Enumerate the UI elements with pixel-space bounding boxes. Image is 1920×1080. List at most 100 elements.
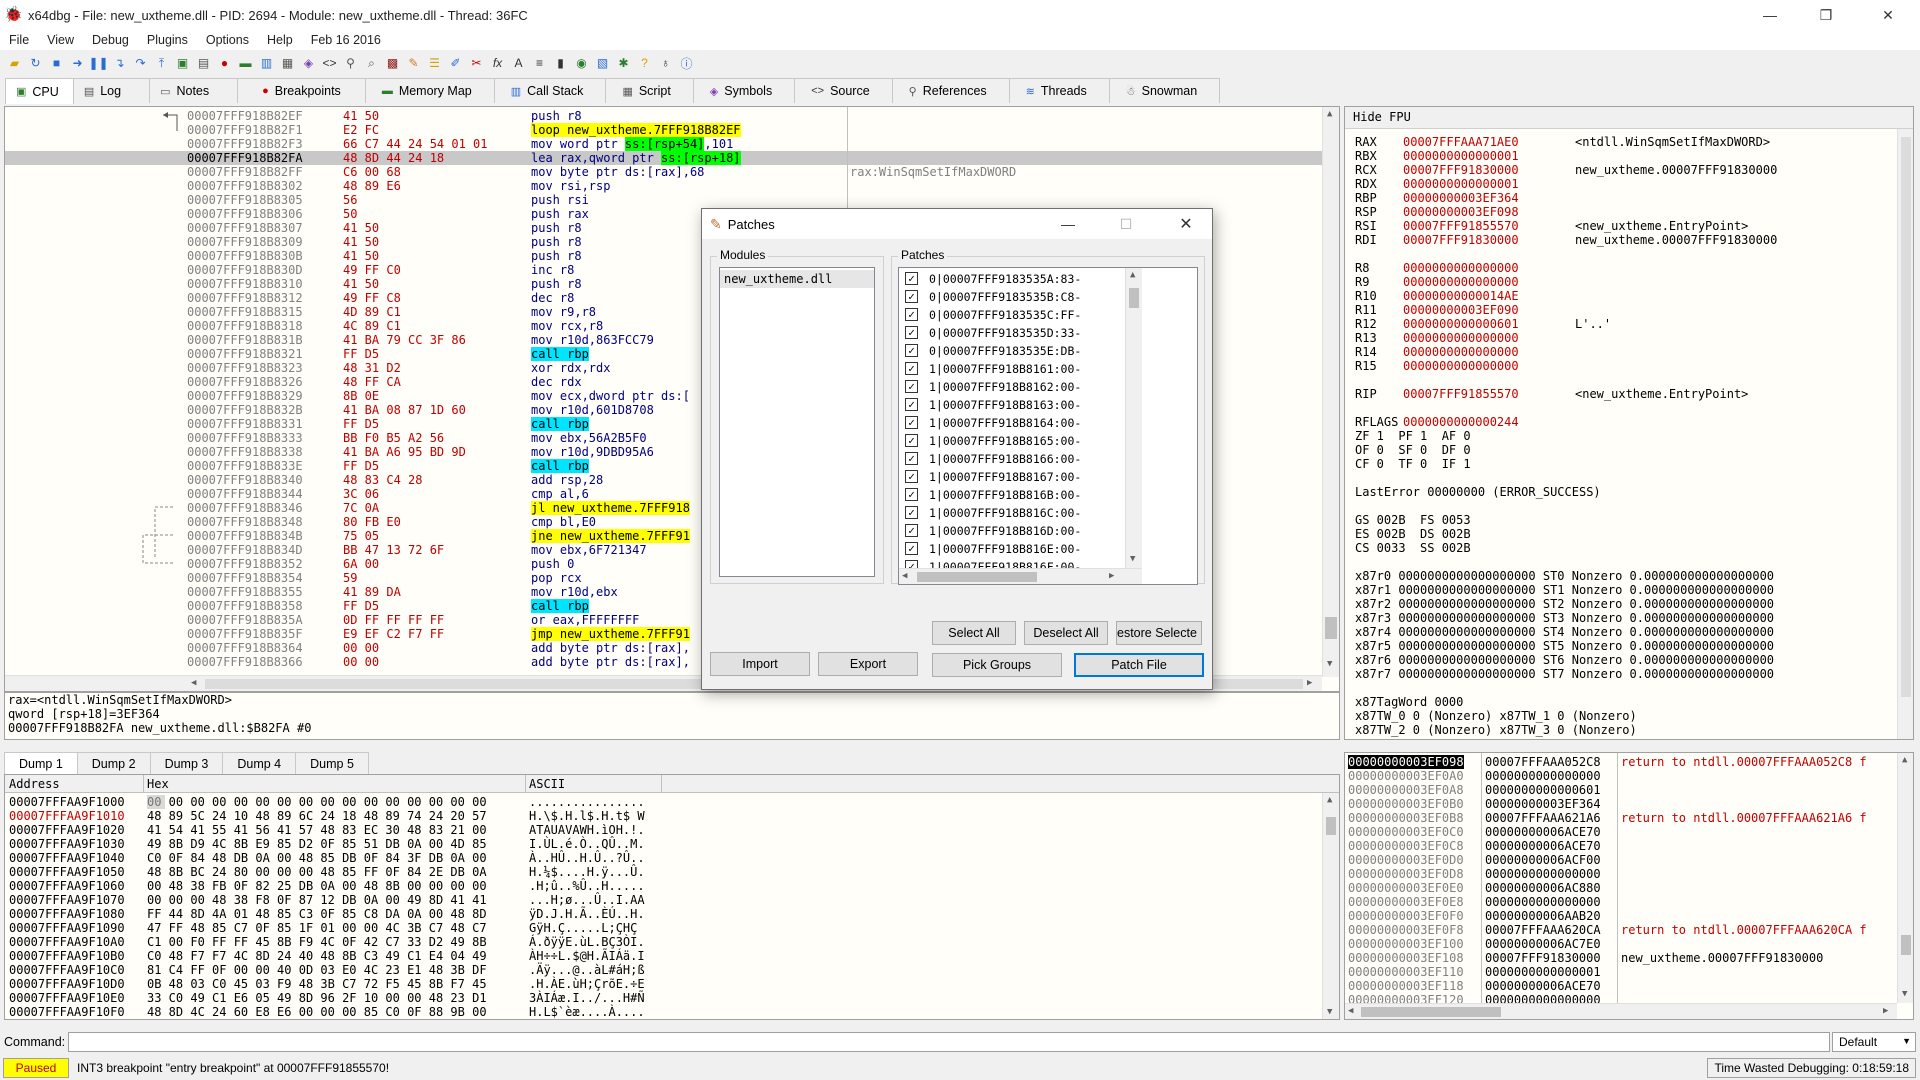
patch-checkbox[interactable]: ✓ [905,488,918,501]
stack-row[interactable]: 00000000003EF0C0 00000000006ACE70 [1345,825,1913,839]
minimize-button[interactable]: — [1742,0,1798,30]
menu-help[interactable]: Help [258,33,302,47]
symbols-view-icon[interactable]: ◈ [300,55,317,72]
close-button[interactable]: ✕ [1860,0,1916,30]
restore-selected-button[interactable]: estore Selecte [1116,621,1202,645]
patch-item[interactable]: ✓ 0|00007FFF9183535D:33- [899,324,1125,342]
dump-row[interactable]: 00007FFFAA9F1080 FF 44 8D 4A 01 48 85 C3 … [5,907,1321,921]
tab-cpu[interactable]: ▣ CPU [5,78,74,104]
tab-snowman[interactable]: ☃ Snowman [1108,78,1221,103]
list-item[interactable]: new_uxtheme.dll [720,270,874,288]
bookmarks-icon[interactable]: ✂ [468,55,485,72]
patch-item[interactable]: ✓ 0|00007FFF9183535E:DB- [899,342,1125,360]
tab-threads[interactable]: ≋ Threads [1008,78,1110,103]
labels-icon[interactable]: ✐ [447,55,464,72]
stack-row[interactable]: 00000000003EF0B0 00000000003EF364 [1345,797,1913,811]
stack-row[interactable]: 00000000003EF0C8 00000000006ACE70 [1345,839,1913,853]
threads-view-icon[interactable]: ⌕ [363,55,380,72]
callstack-view-icon[interactable]: ▥ [258,55,275,72]
menu-options[interactable]: Options [197,33,258,47]
patch-item[interactable]: ✓ 0|00007FFF9183535C:FF- [899,306,1125,324]
dump-row[interactable]: 00007FFFAA9F1000 00 00 00 00 00 00 00 00 … [5,795,1321,809]
modules-list[interactable]: new_uxtheme.dll [719,267,875,577]
stack-row[interactable]: 00000000003EF0D8 0000000000000000 [1345,867,1913,881]
tab-references[interactable]: ⚲ References [891,78,1010,103]
patches-vscroll[interactable]: ▲ ▼ [1125,268,1142,568]
step-into-icon[interactable]: ↴ [111,55,128,72]
disassembly-vscroll[interactable]: ▲ ▼ [1322,107,1339,677]
dump-row[interactable]: 00007FFFAA9F10C0 81 C4 FF 0F 00 00 40 0D … [5,963,1321,977]
stack-row[interactable]: 00000000003EF0E8 0000000000000000 [1345,895,1913,909]
patches-icon[interactable]: ▩ [384,55,401,72]
patch-item[interactable]: ✓ 1|00007FFF918B8165:00- [899,432,1125,450]
tab-dump-1[interactable]: Dump 1 [4,752,78,774]
dump-row[interactable]: 00007FFFAA9F1060 00 48 38 FB 0F 82 25 DB … [5,879,1321,893]
help-icon[interactable]: ? [636,55,653,72]
dump-row[interactable]: 00007FFFAA9F10B0 C0 48 F7 F7 4C 8D 24 40 … [5,949,1321,963]
tab-symbols[interactable]: ◈ Symbols [692,78,796,103]
dump-vscroll[interactable]: ▲ ▼ [1322,793,1339,1019]
patch-item[interactable]: ✓ 1|00007FFF918B8167:00- [899,468,1125,486]
step-over-icon[interactable]: ↷ [132,55,149,72]
tab-dump-4[interactable]: Dump 4 [222,752,297,774]
stack-row[interactable]: 00000000003EF0D0 00000000006ACF00 [1345,853,1913,867]
patch-checkbox[interactable]: ✓ [905,344,918,357]
disassembly-row[interactable]: 00007FFF918B8302 48 89 E6 mov rsi,rsp [5,179,1325,193]
dump-row[interactable]: 00007FFFAA9F1050 48 8B BC 24 80 00 00 00 … [5,865,1321,879]
references-view-icon[interactable]: ⚲ [342,55,359,72]
scroll-thumb[interactable] [1901,935,1911,955]
patch-checkbox[interactable]: ✓ [905,434,918,447]
stack-hscroll[interactable]: ◀ ▶ [1345,1003,1897,1019]
tab-script[interactable]: ▦ Script [605,78,694,103]
strings-icon[interactable]: A [510,55,527,72]
tab-source[interactable]: <> Source [794,78,893,103]
scroll-thumb[interactable] [1326,817,1336,835]
menu-debug[interactable]: Debug [83,33,138,47]
patch-checkbox[interactable]: ✓ [905,506,918,519]
cpu-view-icon[interactable]: ▣ [174,55,191,72]
comments-icon[interactable]: ☰ [426,55,443,72]
disassembly-row[interactable]: 00007FFF918B82F1 E2 FC loop new_uxtheme.7F… [5,123,1325,137]
dialog-close-button[interactable]: ✕ [1166,209,1206,239]
functions-icon[interactable]: fx [489,55,506,72]
column-hex[interactable]: Hex [147,777,169,791]
patch-checkbox[interactable]: ✓ [905,272,918,285]
patch-item[interactable]: ✓ 1|00007FFF918B8163:00- [899,396,1125,414]
patch-item[interactable]: ✓ 0|00007FFF9183535B:C8- [899,288,1125,306]
source-view-icon[interactable]: <> [321,55,338,72]
patch-checkbox[interactable]: ✓ [905,308,918,321]
patch-file-button[interactable]: Patch File [1074,653,1204,677]
patch-item[interactable]: ✓ 0|00007FFF9183535A:83- [899,270,1125,288]
pick-groups-button[interactable]: Pick Groups [932,653,1062,677]
tab-log[interactable]: ▤ Log [72,78,151,103]
column-address[interactable]: Address [9,777,60,791]
script-view-icon[interactable]: ▦ [279,55,296,72]
stack-row[interactable]: 00000000003EF0A8 0000000000000601 [1345,783,1913,797]
tab-dump-2[interactable]: Dump 2 [76,752,151,774]
patches-hscroll[interactable]: ◀ ▶ [899,568,1142,584]
patch-checkbox[interactable]: ✓ [905,416,918,429]
execute-till-return-icon[interactable]: ⤒ [153,55,170,72]
dump-row[interactable]: 00007FFFAA9F10D0 0B 48 03 C0 45 03 F9 48 … [5,977,1321,991]
deselect-all-button[interactable]: Deselect All [1024,621,1108,645]
stack-row[interactable]: 00000000003EF118 00000000006ACE70 [1345,979,1913,993]
menu-plugins[interactable]: Plugins [138,33,197,47]
appearance-icon[interactable]: ◉ [573,55,590,72]
patch-checkbox[interactable]: ✓ [905,290,918,303]
select-all-button[interactable]: Select All [932,621,1016,645]
patch-checkbox[interactable]: ✓ [905,380,918,393]
about-icon[interactable]: ⓘ [678,55,695,72]
dialog-minimize-button[interactable]: — [1048,209,1088,239]
log-view-icon[interactable]: ▤ [195,55,212,72]
restart-icon[interactable]: ↻ [27,55,44,72]
patches-list[interactable]: ✓ 0|00007FFF9183535A:83- ✓ 0|00007FFF918353… [898,267,1198,585]
stack-row[interactable]: 00000000003EF0E0 00000000006AC880 [1345,881,1913,895]
patch-item[interactable]: ✓ 1|00007FFF918B816D:00- [899,522,1125,540]
patch-item[interactable]: ✓ 1|00007FFF918B8161:00- [899,360,1125,378]
menu-file[interactable]: File [0,33,38,47]
patch-item[interactable]: ✓ 1|00007FFF918B816E:00- [899,540,1125,558]
patch-item[interactable]: ✓ 1|00007FFF918B816B:00- [899,486,1125,504]
patch-checkbox[interactable]: ✓ [905,470,918,483]
disassembly-row[interactable]: 00007FFF918B82FF C6 00 68 mov byte ptr ds:… [5,165,1325,179]
patch-checkbox[interactable]: ✓ [905,542,918,555]
